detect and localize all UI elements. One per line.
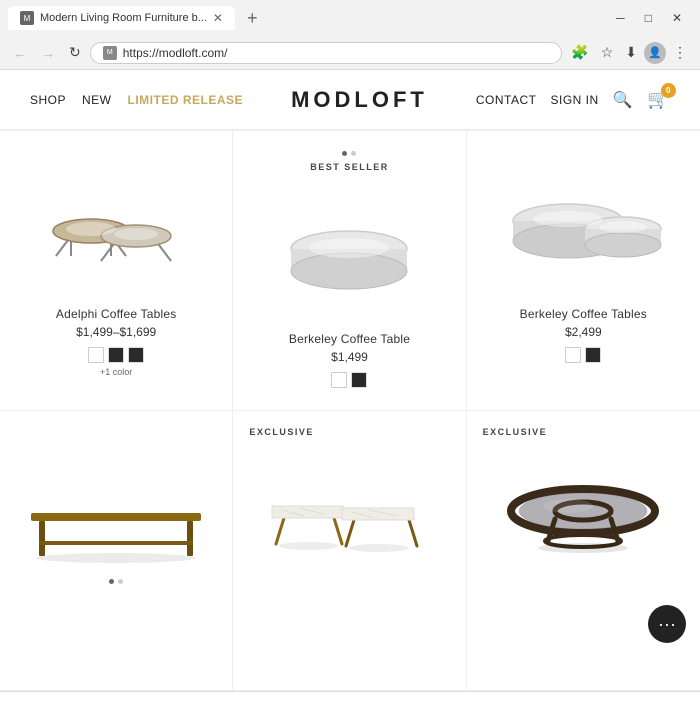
product-image-glass-round (483, 431, 684, 571)
product-image-berkeley (249, 176, 449, 316)
swatch-white[interactable] (88, 347, 104, 363)
browser-chrome: M Modern Living Room Furniture b... ✕ + … (0, 0, 700, 70)
page-content: SHOP NEW LIMITED RELEASE MODLOFT CONTACT… (0, 70, 700, 701)
maximize-button[interactable]: □ (635, 7, 662, 29)
dot-1 (109, 579, 114, 584)
product-name-berkeley: Berkeley Coffee Table (289, 332, 410, 346)
back-button[interactable]: ← (8, 42, 32, 64)
tab-title: Modern Living Room Furniture b... (40, 12, 207, 24)
nav-shop-link[interactable]: SHOP (30, 93, 66, 107)
bottom-bar: ♿ 📦 FREE SHIPPING & RETURNS 💲 SIMPLE FIN… (0, 691, 700, 701)
product-image-berkeley-multi (483, 151, 684, 291)
browser-tab[interactable]: M Modern Living Room Furniture b... ✕ (8, 6, 235, 30)
chat-button[interactable]: ··· (648, 605, 686, 643)
refresh-button[interactable]: ↻ (64, 41, 86, 64)
swatch-dark-1[interactable] (108, 347, 124, 363)
color-swatches-berkeley-multi (565, 347, 601, 363)
swatch-dark-2[interactable] (128, 347, 144, 363)
swatch-dark[interactable] (351, 372, 367, 388)
product-price-berkeley-multi: $2,499 (565, 325, 602, 339)
nav-signin-link[interactable]: SIGN IN (550, 93, 598, 107)
more-colors-adelphi: +1 color (100, 367, 132, 377)
cart-button[interactable]: 🛒 0 (647, 89, 670, 110)
product-name-berkeley-multi: Berkeley Coffee Tables (520, 307, 647, 321)
product-card-berkeley-single[interactable]: BEST SELLER Berkeley Coffee Table $1,499 (233, 131, 466, 411)
dots-indicator-bench (109, 579, 123, 584)
best-seller-badge: BEST SELLER (310, 162, 389, 172)
minimize-button[interactable]: ─ (606, 7, 635, 29)
product-card-marble[interactable]: EXCLUSIVE (233, 411, 466, 691)
nav-limited-release-link[interactable]: LIMITED RELEASE (128, 93, 244, 107)
product-grid: Adelphi Coffee Tables $1,499–$1,699 +1 c… (0, 130, 700, 691)
site-nav: SHOP NEW LIMITED RELEASE MODLOFT CONTACT… (0, 70, 700, 130)
dot-1 (342, 151, 347, 156)
product-card-adelphi[interactable]: Adelphi Coffee Tables $1,499–$1,699 +1 c… (0, 131, 233, 411)
browser-titlebar: M Modern Living Room Furniture b... ✕ + … (0, 0, 700, 36)
product-image-marble (249, 431, 449, 571)
extensions-button[interactable]: 🧩 (566, 40, 593, 65)
url-text: https://modloft.com/ (123, 46, 550, 60)
close-button[interactable]: ✕ (662, 7, 692, 29)
nav-contact-link[interactable]: CONTACT (476, 93, 537, 107)
downloads-button[interactable]: ⬇ (620, 40, 642, 65)
dot-2 (351, 151, 356, 156)
nav-new-link[interactable]: NEW (82, 93, 112, 107)
color-swatches-adelphi (88, 347, 144, 363)
swatch-white[interactable] (565, 347, 581, 363)
dots-indicator (342, 151, 356, 156)
dot-2 (118, 579, 123, 584)
new-tab-button[interactable]: + (241, 8, 264, 29)
tab-favicon: M (20, 11, 34, 25)
product-price-berkeley: $1,499 (331, 350, 368, 364)
nav-left: SHOP NEW LIMITED RELEASE (30, 93, 243, 107)
product-card-bench[interactable] (0, 411, 233, 691)
toolbar-right: 🧩 ☆ ⬇ 👤 ⋮ (566, 40, 692, 65)
product-name-adelphi: Adelphi Coffee Tables (56, 307, 177, 321)
bookmarks-button[interactable]: ☆ (596, 40, 619, 65)
window-controls: ─ □ ✕ (606, 7, 692, 29)
address-bar[interactable]: M https://modloft.com/ (90, 42, 563, 64)
site-secure-icon: M (103, 46, 117, 60)
brand-logo[interactable]: MODLOFT (243, 87, 476, 113)
forward-button[interactable]: → (36, 42, 60, 64)
tab-close-button[interactable]: ✕ (213, 11, 223, 25)
product-price-adelphi: $1,499–$1,699 (76, 325, 156, 339)
product-image-bench (16, 431, 216, 571)
product-card-glass-round[interactable]: EXCLUSIVE (467, 411, 700, 691)
search-icon[interactable]: 🔍 (613, 90, 633, 110)
nav-right: CONTACT SIGN IN 🔍 🛒 0 (476, 89, 670, 110)
swatch-dark[interactable] (585, 347, 601, 363)
chat-icon: ··· (658, 614, 676, 635)
menu-button[interactable]: ⋮ (668, 40, 692, 65)
product-card-berkeley-multi[interactable]: Berkeley Coffee Tables $2,499 (467, 131, 700, 411)
product-image-adelphi (16, 151, 216, 291)
swatch-white[interactable] (331, 372, 347, 388)
profile-button[interactable]: 👤 (644, 42, 666, 64)
cart-badge: 0 (661, 83, 676, 98)
color-swatches-berkeley (331, 372, 367, 388)
browser-toolbar: ← → ↻ M https://modloft.com/ 🧩 ☆ ⬇ 👤 ⋮ (0, 36, 700, 69)
